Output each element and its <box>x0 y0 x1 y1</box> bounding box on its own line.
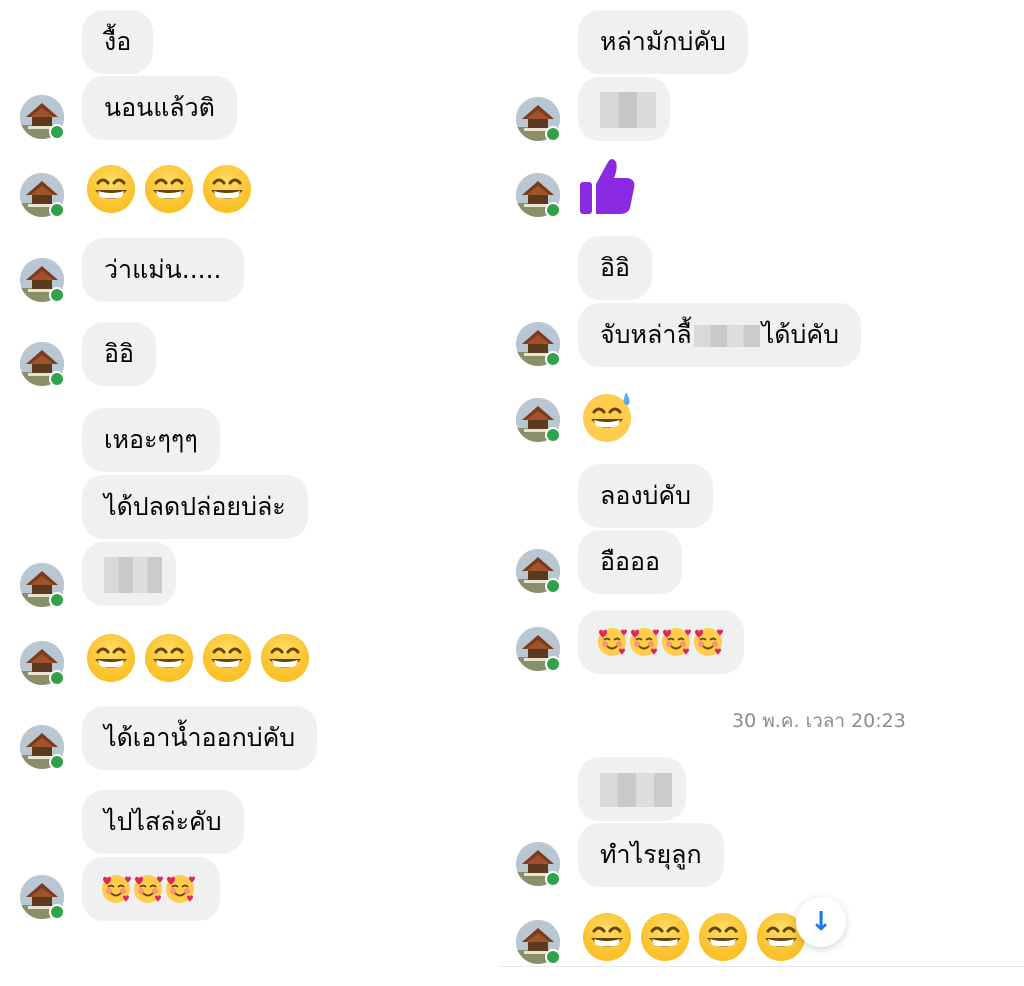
smiling-face-with-hearts-icon <box>693 627 724 657</box>
contact-avatar[interactable] <box>516 398 561 443</box>
contact-avatar[interactable] <box>20 342 65 387</box>
contact-avatar[interactable] <box>516 322 561 367</box>
message-text: ลองบ่คับ <box>600 481 692 510</box>
scroll-to-bottom-button[interactable]: ↓ <box>796 897 846 947</box>
thumbs-up-icon[interactable] <box>578 156 636 218</box>
emoji-message-bubble[interactable] <box>82 857 220 921</box>
message-bubble[interactable]: นอนแล้วติ <box>82 76 237 140</box>
contact-avatar[interactable] <box>516 97 561 142</box>
grinning-face-icon <box>698 912 748 962</box>
contact-avatar[interactable] <box>20 875 65 920</box>
grinning-face-icon <box>202 164 252 214</box>
online-status-dot <box>49 124 65 140</box>
emoji-message-bubble[interactable] <box>578 610 744 674</box>
smiling-face-with-hearts-icon <box>101 874 132 904</box>
contact-avatar[interactable] <box>20 258 65 303</box>
message-text: หล่ามักบ่คับ <box>600 27 726 56</box>
grinning-face-icon <box>86 164 136 214</box>
online-status-dot <box>49 670 65 686</box>
message-text: งื้อ <box>104 27 132 56</box>
online-status-dot <box>49 592 65 608</box>
message-text: ได้ปลดปล่อยบ่ล่ะ <box>104 492 286 521</box>
smiling-face-with-hearts-icon <box>165 874 196 904</box>
contact-avatar[interactable] <box>516 920 561 965</box>
message-bubble[interactable]: ไปไสล่ะคับ <box>82 790 244 854</box>
redacted-message-bubble[interactable] <box>578 77 670 141</box>
grinning-face-icon <box>260 633 310 683</box>
composer-divider <box>500 966 1024 967</box>
online-status-dot <box>49 287 65 303</box>
message-bubble[interactable]: จับหล่าลื้ ได้บ่คับ <box>578 303 861 367</box>
contact-avatar[interactable] <box>20 641 65 686</box>
message-text: ได้บ่คับ <box>761 320 839 349</box>
redacted-content <box>693 325 760 347</box>
grinning-face-icon <box>144 164 194 214</box>
online-status-dot <box>545 578 561 594</box>
message-text: ว่าแม่น..... <box>104 255 222 284</box>
message-bubble[interactable]: ว่าแม่น..... <box>82 238 244 302</box>
redacted-message-bubble[interactable] <box>578 757 686 821</box>
contact-avatar[interactable] <box>516 549 561 594</box>
message-text: อิอิ <box>600 253 631 282</box>
smiling-face-with-hearts-icon <box>661 627 692 657</box>
message-bubble[interactable]: หล่ามักบ่คับ <box>578 10 748 74</box>
contact-avatar[interactable] <box>20 173 65 218</box>
online-status-dot <box>545 949 561 965</box>
message-text: อิอิ <box>104 339 135 368</box>
message-bubble[interactable]: ได้ปลดปล่อยบ่ล่ะ <box>82 475 308 539</box>
message-text: นอนแล้วติ <box>104 93 215 122</box>
contact-avatar[interactable] <box>516 842 561 887</box>
grinning-face-with-sweat-icon[interactable] <box>582 390 636 444</box>
message-bubble[interactable]: ทำไรยุลูก <box>578 823 724 887</box>
message-text: ไปไสล่ะคับ <box>104 807 222 836</box>
grinning-face-icon <box>86 633 136 683</box>
grinning-face-icon <box>582 912 632 962</box>
redacted-content <box>600 92 656 128</box>
online-status-dot <box>545 126 561 142</box>
grinning-face-icon <box>202 633 252 683</box>
redacted-content <box>600 773 672 807</box>
online-status-dot <box>545 871 561 887</box>
smiling-face-with-hearts-icon <box>629 627 660 657</box>
message-bubble[interactable]: ลองบ่คับ <box>578 464 714 528</box>
contact-avatar[interactable] <box>516 173 561 218</box>
online-status-dot <box>545 656 561 672</box>
left-conversation-column: งื้อ นอนแล้วติ ว่าแม่น..... อิอิ เหอะๆๆๆ… <box>0 0 500 986</box>
message-bubble[interactable]: อือออ <box>578 530 683 594</box>
online-status-dot <box>49 904 65 920</box>
emoji-message[interactable] <box>86 633 310 683</box>
redacted-content <box>104 557 162 593</box>
smiling-face-with-hearts-icon <box>133 874 164 904</box>
message-text: จับหล่าลื้ <box>600 320 692 349</box>
emoji-message[interactable] <box>86 164 252 214</box>
online-status-dot <box>49 754 65 770</box>
right-conversation-column: หล่ามักบ่คับ อิอิ จับหล่าลื้ ได้บ่คับ ลอ… <box>500 0 1024 986</box>
online-status-dot <box>545 351 561 367</box>
message-text: เหอะๆๆๆ <box>104 425 198 454</box>
arrow-down-icon: ↓ <box>810 907 832 937</box>
message-bubble[interactable]: เหอะๆๆๆ <box>82 408 220 472</box>
online-status-dot <box>545 202 561 218</box>
smiling-face-with-hearts-icon <box>597 627 628 657</box>
contact-avatar[interactable] <box>516 627 561 672</box>
emoji-message[interactable] <box>582 912 806 962</box>
online-status-dot <box>49 371 65 387</box>
contact-avatar[interactable] <box>20 95 65 140</box>
grinning-face-icon <box>144 633 194 683</box>
message-text: ได้เอาน้ำออกบ่คับ <box>104 723 296 752</box>
grinning-face-icon <box>640 912 690 962</box>
contact-avatar[interactable] <box>20 725 65 770</box>
message-bubble[interactable]: อิอิ <box>578 236 653 300</box>
message-bubble[interactable]: ได้เอาน้ำออกบ่คับ <box>82 706 318 770</box>
redacted-message-bubble[interactable] <box>82 542 176 606</box>
message-timestamp: 30 พ.ค. เวลา 20:23 <box>732 710 906 732</box>
message-bubble[interactable]: งื้อ <box>82 10 154 74</box>
online-status-dot <box>545 427 561 443</box>
message-bubble[interactable]: อิอิ <box>82 322 157 386</box>
online-status-dot <box>49 202 65 218</box>
message-text: อือออ <box>600 547 661 576</box>
message-text: ทำไรยุลูก <box>600 840 702 869</box>
contact-avatar[interactable] <box>20 563 65 608</box>
